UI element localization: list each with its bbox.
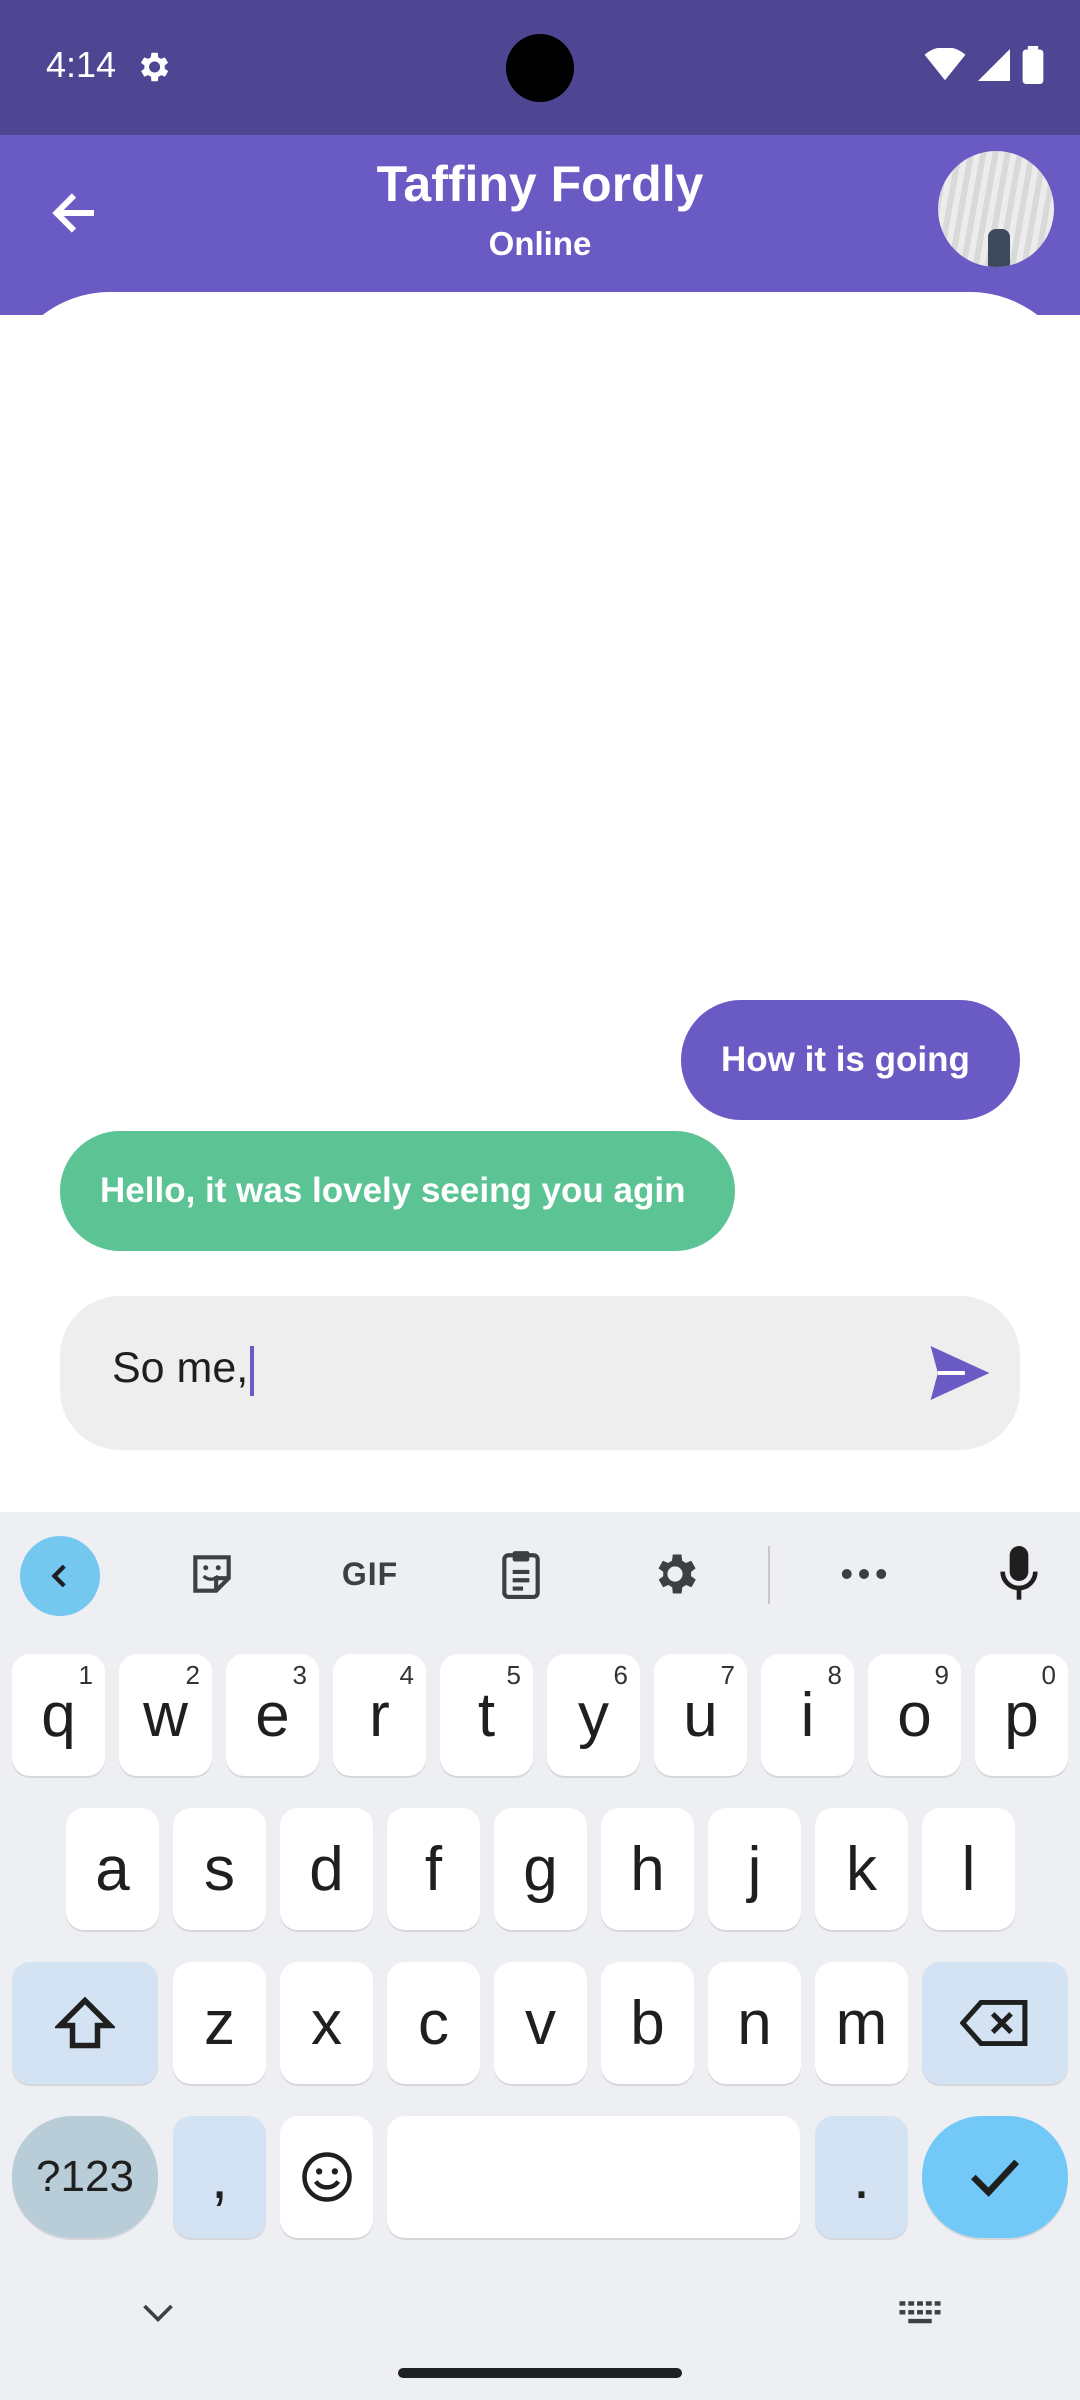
- signal-icon: [978, 49, 1010, 81]
- key-o[interactable]: o9: [868, 1654, 961, 1776]
- message-input-field[interactable]: So me,: [60, 1296, 1020, 1450]
- keyboard-collapse-icon[interactable]: [20, 1536, 100, 1616]
- backspace-key[interactable]: [922, 1962, 1068, 2084]
- status-time: 4:14: [46, 44, 117, 85]
- key-b[interactable]: b: [601, 1962, 694, 2084]
- toolbar-divider: [768, 1546, 770, 1604]
- more-icon[interactable]: [832, 1542, 896, 1606]
- emoji-key[interactable]: [280, 2116, 373, 2238]
- contact-name: Taffiny Fordly: [376, 156, 704, 212]
- text-cursor: [250, 1345, 255, 1396]
- key-k[interactable]: k: [815, 1808, 908, 1930]
- clipboard-icon[interactable]: [489, 1542, 553, 1606]
- space-key[interactable]: [387, 2116, 800, 2238]
- avatar[interactable]: [938, 151, 1054, 267]
- gif-button[interactable]: GIF: [330, 1542, 410, 1606]
- sticker-icon[interactable]: [180, 1542, 244, 1606]
- camera-cutout: [506, 34, 574, 102]
- key-a[interactable]: a: [66, 1808, 159, 1930]
- emoji-icon: [301, 2152, 352, 2202]
- key-y[interactable]: y6: [547, 1654, 640, 1776]
- status-bar: 4:14: [0, 0, 1080, 135]
- shift-key[interactable]: [12, 1962, 158, 2084]
- key-n[interactable]: n: [708, 1962, 801, 2084]
- comma-key[interactable]: ,: [173, 2116, 266, 2238]
- message-bubble-incoming: Hello, it was lovely seeing you agin: [60, 1131, 735, 1251]
- symbols-key[interactable]: ?123: [12, 2116, 158, 2238]
- home-indicator[interactable]: [398, 2368, 682, 2378]
- key-x[interactable]: x: [280, 1962, 373, 2084]
- key-z[interactable]: z: [173, 1962, 266, 2084]
- message-input-value[interactable]: So me,: [112, 1344, 248, 1392]
- key-q[interactable]: q1: [12, 1654, 105, 1776]
- enter-key[interactable]: [922, 2116, 1068, 2238]
- key-c[interactable]: c: [387, 1962, 480, 2084]
- keyboard-toolbar: GIF: [0, 1512, 1080, 1636]
- key-e[interactable]: e3: [226, 1654, 319, 1776]
- key-m[interactable]: m: [815, 1962, 908, 2084]
- key-h[interactable]: h: [601, 1808, 694, 1930]
- key-t[interactable]: t5: [440, 1654, 533, 1776]
- mic-icon[interactable]: [987, 1542, 1051, 1606]
- period-key[interactable]: .: [815, 2116, 908, 2238]
- key-w[interactable]: w2: [119, 1654, 212, 1776]
- key-u[interactable]: u7: [654, 1654, 747, 1776]
- key-d[interactable]: d: [280, 1808, 373, 1930]
- key-p[interactable]: p0: [975, 1654, 1068, 1776]
- hide-keyboard-icon[interactable]: [140, 2300, 176, 2324]
- settings-status-icon: [140, 52, 169, 82]
- navigation-bar: [0, 2270, 1080, 2400]
- key-l[interactable]: l: [922, 1808, 1015, 1930]
- message-text: Hello, it was lovely seeing you agin: [100, 1171, 686, 1210]
- chat-header: Taffiny Fordly Online: [0, 135, 1080, 315]
- key-i[interactable]: i8: [761, 1654, 854, 1776]
- checkmark-icon: [971, 2159, 1020, 2197]
- send-icon[interactable]: [930, 1346, 990, 1400]
- battery-icon: [1022, 46, 1044, 84]
- key-g[interactable]: g: [494, 1808, 587, 1930]
- backspace-icon: [960, 2000, 1028, 2046]
- message-text: How it is going: [721, 1040, 970, 1079]
- key-v[interactable]: v: [494, 1962, 587, 2084]
- soft-keyboard: GIF q1 w2 e3 r4 t5 y6 u7 i8 o9 p0 a s d …: [0, 1512, 1080, 2400]
- key-r[interactable]: r4: [333, 1654, 426, 1776]
- wifi-icon: [924, 48, 966, 81]
- keyboard-switch-icon[interactable]: [898, 2298, 942, 2328]
- shift-icon: [55, 1996, 115, 2049]
- message-bubble-outgoing: How it is going: [681, 1000, 1020, 1120]
- key-f[interactable]: f: [387, 1808, 480, 1930]
- key-s[interactable]: s: [173, 1808, 266, 1930]
- key-j[interactable]: j: [708, 1808, 801, 1930]
- contact-status: Online: [488, 225, 592, 262]
- keyboard-settings-icon[interactable]: [643, 1542, 707, 1606]
